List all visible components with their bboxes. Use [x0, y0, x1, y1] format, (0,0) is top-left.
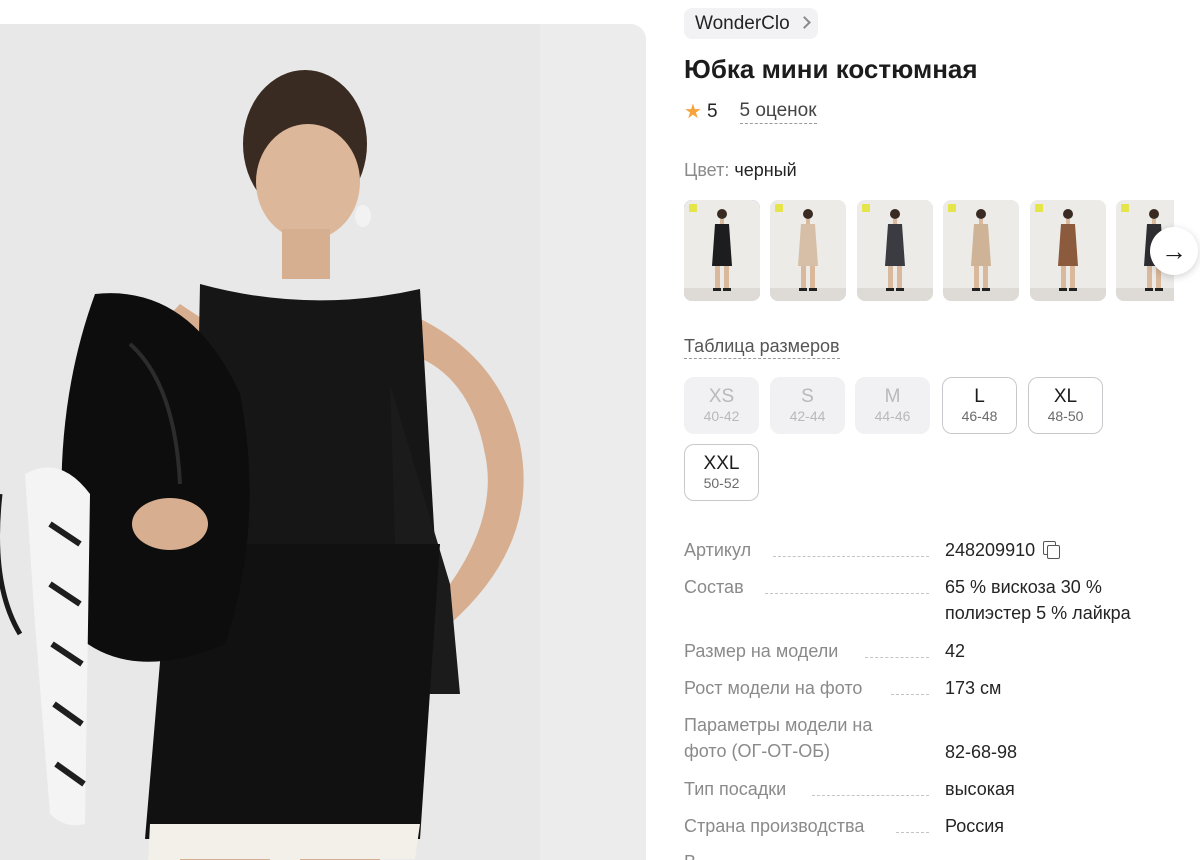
- color-swatch-brown[interactable]: [1029, 200, 1106, 301]
- size-option-xxl[interactable]: XXL 50-52: [684, 444, 759, 501]
- spec-key: Тип посадки: [684, 776, 786, 802]
- spec-row: Размер на модели 42: [684, 638, 1194, 666]
- size-ru: 48-50: [1047, 408, 1084, 424]
- product-info-panel: WonderClo Юбка мини костюмная ★ 5 5 оцен…: [684, 0, 1200, 860]
- spec-value-line: высокая: [945, 779, 1015, 799]
- swatch-tag-icon: [775, 204, 784, 212]
- size-name: XXL: [703, 453, 740, 474]
- size-option-s: S 42-44: [770, 377, 845, 434]
- color-label: Цвет:: [684, 160, 730, 180]
- brand-name: WonderClo: [695, 12, 790, 34]
- swatch-thumbnail: [770, 200, 847, 301]
- spec-key: Страна производства: [684, 813, 864, 839]
- swatch-tag-icon: [1034, 204, 1043, 212]
- spec-leader: [773, 556, 929, 557]
- chevron-right-icon: [797, 16, 811, 29]
- product-photo[interactable]: [0, 24, 646, 860]
- spec-key: Размер на модели: [684, 638, 838, 664]
- color-swatch-beige[interactable]: [770, 200, 847, 301]
- spec-value: 42: [945, 638, 965, 664]
- spec-key-line: фото (ОГ-ОТ-ОБ): [684, 741, 831, 761]
- size-name: XL: [1053, 386, 1078, 407]
- spec-value: Россия: [945, 813, 1004, 839]
- size-ru: 50-52: [703, 475, 740, 491]
- size-name: S: [801, 386, 814, 407]
- spec-value: 173 см: [945, 675, 1001, 701]
- rating-row: ★ 5 5 оценок: [684, 100, 817, 124]
- swatch-tag-icon: [1121, 204, 1129, 212]
- spec-value: 65 % вискоза 30 % полиэстер 5 % лайкра: [945, 574, 1131, 626]
- swatch-tag-icon: [861, 204, 870, 212]
- spec-value-line: 248209910: [945, 540, 1036, 560]
- spec-row: Состав 65 % вискоза 30 % полиэстер 5 % лай…: [684, 574, 1194, 628]
- color-swatch-black[interactable]: [684, 200, 760, 301]
- arrow-right-icon: →: [1161, 235, 1187, 266]
- spec-value-line: 65 % вискоза 30 %: [945, 577, 1102, 597]
- spec-key-line: Параметры модели на: [684, 715, 873, 735]
- spec-value-line: Россия: [945, 816, 1005, 836]
- color-swatch-graphite[interactable]: [856, 200, 933, 301]
- spec-row: Рост модели на фото 173 см: [684, 675, 1194, 703]
- spec-key-line: Страна производства: [684, 816, 865, 836]
- spec-value-line: 82-68-98: [945, 742, 1018, 762]
- swatch-thumbnail: [1029, 200, 1106, 301]
- spec-key: Рост модели на фото: [684, 675, 862, 701]
- color-swatch-sand[interactable]: [943, 200, 1020, 301]
- spec-row: Параметры модели на фото (ОГ-ОТ-ОБ) 82-68-…: [684, 712, 1194, 766]
- spec-cutoff: В: [684, 852, 696, 860]
- size-name: M: [884, 386, 901, 407]
- size-table-link[interactable]: Таблица размеров: [684, 336, 840, 359]
- spec-value-line: полиэстер 5 % лайкра: [945, 603, 1131, 623]
- spec-row: Тип посадки высокая: [684, 776, 1194, 804]
- swatches-next-button[interactable]: →: [1150, 227, 1198, 275]
- spec-key: Параметры модели на фото (ОГ-ОТ-ОБ): [684, 712, 872, 764]
- spec-leader: [812, 795, 929, 796]
- size-option-l[interactable]: L 46-48: [942, 377, 1017, 434]
- swatch-thumbnail: [684, 200, 760, 301]
- spec-key: Состав: [684, 574, 744, 600]
- swatch-tag-icon: [948, 204, 957, 212]
- spec-key-line: Состав: [684, 577, 744, 597]
- spec-key-line: Рост модели на фото: [684, 678, 863, 698]
- star-icon: ★: [684, 101, 702, 123]
- spec-leader: [865, 657, 929, 658]
- brand-link[interactable]: WonderClo: [684, 8, 818, 39]
- spec-value: 248209910: [945, 537, 1061, 563]
- spec-row: Страна производства Россия: [684, 813, 1194, 841]
- size-option-xl[interactable]: XL 48-50: [1028, 377, 1103, 434]
- copy-icon[interactable]: [1043, 541, 1061, 559]
- spec-leader: [891, 694, 929, 695]
- color-swatches: [684, 200, 1174, 302]
- rating-value: 5: [706, 101, 718, 122]
- reviews-link[interactable]: 5 оценок: [739, 100, 817, 124]
- spec-key-line: Размер на модели: [684, 641, 839, 661]
- model-photo-image: [0, 24, 646, 860]
- spec-key-line: Тип посадки: [684, 779, 787, 799]
- spec-value: 82-68-98: [945, 739, 1017, 765]
- size-name: L: [974, 386, 985, 407]
- size-ru: 40-42: [703, 408, 740, 424]
- color-row: Цвет: черный: [684, 160, 797, 181]
- spec-value: высокая: [945, 776, 1015, 802]
- swatch-tag-icon: [689, 204, 697, 212]
- size-option-xs: XS 40-42: [684, 377, 759, 434]
- size-ru: 42-44: [789, 408, 826, 424]
- spec-leader: [896, 832, 929, 833]
- spec-value-line: 173 см: [945, 678, 1002, 698]
- size-ru: 46-48: [961, 408, 998, 424]
- color-value: черный: [734, 160, 797, 180]
- swatch-thumbnail: [943, 200, 1020, 301]
- spec-row: Артикул 248209910: [684, 537, 1194, 565]
- spec-leader: [765, 593, 929, 594]
- spec-key-line: Артикул: [684, 540, 752, 560]
- product-title: Юбка мини костюмная: [684, 54, 978, 84]
- size-ru: 44-46: [874, 408, 911, 424]
- size-option-m: M 44-46: [855, 377, 930, 434]
- swatch-thumbnail: [856, 200, 933, 301]
- size-name: XS: [708, 386, 735, 407]
- spec-key: Артикул: [684, 537, 751, 563]
- spec-value-line: 42: [945, 641, 966, 661]
